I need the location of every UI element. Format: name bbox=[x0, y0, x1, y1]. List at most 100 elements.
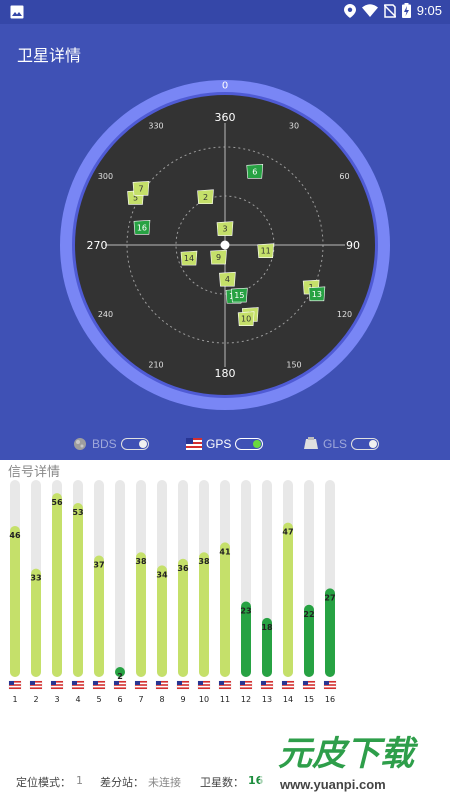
compass-label: 330 bbox=[148, 121, 163, 130]
satellite-id: 15 bbox=[234, 291, 244, 300]
mode-label: 定位模式： bbox=[16, 776, 71, 789]
signal-value-label: 56 bbox=[51, 498, 63, 507]
compass-label: 150 bbox=[286, 360, 301, 369]
signal-bar-fill bbox=[52, 493, 62, 677]
gls-switch[interactable] bbox=[351, 438, 380, 450]
signal-bar-chart: 4613325635343752638734836938104111231218… bbox=[8, 480, 337, 704]
satellite-id-label: 7 bbox=[138, 695, 143, 704]
signal-bar: 38 10 bbox=[197, 480, 211, 704]
satellite-id: 14 bbox=[184, 254, 194, 263]
status-bar: 9:05 bbox=[0, 0, 450, 24]
toggle-gps[interactable]: GPS bbox=[186, 437, 264, 451]
satellite-marker[interactable]: 16 bbox=[133, 220, 151, 235]
signal-value-label: 47 bbox=[282, 528, 293, 537]
watermark-url: www.yuanpi.com bbox=[279, 777, 386, 792]
satellite-id: 10 bbox=[241, 315, 251, 324]
satellite-id: 3 bbox=[222, 225, 227, 234]
signal-value-label: 33 bbox=[30, 574, 41, 583]
signal-value-label: 41 bbox=[219, 547, 231, 556]
satellite-id: 6 bbox=[252, 167, 257, 176]
compass-label: 270 bbox=[87, 239, 108, 252]
signal-bar: 23 12 bbox=[239, 480, 253, 704]
satellite-id-label: 2 bbox=[33, 695, 38, 704]
signal-value-label: 2 bbox=[117, 672, 123, 681]
sky-plot: 0360306090120150180210240270300330123456… bbox=[60, 80, 390, 410]
mode-value: 1 bbox=[76, 774, 83, 787]
compass-label: 240 bbox=[98, 310, 113, 319]
clock: 9:05 bbox=[416, 3, 442, 18]
signal-bar-fill bbox=[220, 542, 230, 677]
signal-bar-fill bbox=[136, 552, 146, 677]
satellite-id-label: 13 bbox=[262, 695, 272, 704]
satellite-marker[interactable]: 9 bbox=[210, 249, 227, 265]
signal-bar-fill bbox=[199, 552, 209, 677]
signal-bar: 26 bbox=[113, 480, 127, 704]
satellite-marker[interactable]: 13 bbox=[308, 286, 326, 302]
signal-bar: 37 5 bbox=[92, 480, 106, 704]
radar-center-dot bbox=[220, 240, 230, 250]
satellite-marker[interactable]: 14 bbox=[180, 250, 198, 266]
satellite-id-label: 4 bbox=[75, 695, 80, 704]
satellite-id: 4 bbox=[225, 275, 230, 284]
signal-bar: 33 2 bbox=[29, 480, 43, 704]
satellite-id: 11 bbox=[261, 247, 271, 256]
compass-label: 300 bbox=[98, 172, 113, 181]
signal-bar: 47 14 bbox=[281, 480, 295, 704]
satellite-marker[interactable]: 10 bbox=[237, 311, 255, 327]
signal-value-label: 34 bbox=[156, 570, 168, 579]
signal-value-label: 23 bbox=[240, 606, 251, 615]
satellite-marker[interactable]: 15 bbox=[231, 287, 248, 303]
signal-bar: 41 11 bbox=[218, 480, 232, 704]
signal-bar-fill bbox=[73, 502, 83, 677]
sat-count-label: 卫星数： bbox=[200, 776, 244, 789]
location-icon bbox=[343, 3, 356, 18]
signal-bar: 53 4 bbox=[71, 480, 85, 704]
compass-label: 60 bbox=[339, 172, 349, 181]
gls-flag-icon bbox=[304, 437, 318, 449]
signal-bar-fill bbox=[31, 568, 41, 677]
diff-value: 未连接 bbox=[148, 776, 181, 789]
signal-value-label: 18 bbox=[261, 623, 273, 632]
satellite-id-label: 15 bbox=[304, 695, 314, 704]
signal-bar-fill bbox=[94, 555, 104, 677]
satellite-id: 16 bbox=[137, 223, 147, 232]
gps-switch[interactable] bbox=[235, 438, 264, 450]
signal-value-label: 27 bbox=[324, 593, 335, 602]
compass-label: 210 bbox=[148, 360, 163, 369]
satellite-marker[interactable]: 3 bbox=[216, 221, 234, 236]
satellite-id: 13 bbox=[312, 290, 322, 299]
satellite-panel: 卫星详情 03603060901201501802102402703003301… bbox=[0, 24, 450, 432]
watermark-logo: 元皮下载 www.yuanpi.com bbox=[260, 725, 450, 800]
satellite-marker[interactable]: 11 bbox=[257, 243, 275, 259]
satellite-marker[interactable]: 7 bbox=[132, 181, 150, 196]
signal-bar-track bbox=[115, 480, 125, 677]
signal-bar-fill bbox=[283, 522, 293, 677]
toggle-gps-label: GPS bbox=[206, 437, 232, 451]
satellite-id: 2 bbox=[203, 193, 208, 202]
wifi-icon bbox=[361, 4, 378, 17]
signal-bar: 56 3 bbox=[50, 480, 64, 704]
satellite-id: 9 bbox=[216, 253, 221, 262]
diff-label: 差分站： bbox=[100, 776, 144, 789]
signal-value-label: 37 bbox=[93, 561, 104, 570]
satellite-id-label: 8 bbox=[159, 695, 164, 704]
compass-label: 180 bbox=[215, 367, 236, 380]
satellite-id: 7 bbox=[138, 184, 143, 193]
satellite-marker[interactable]: 6 bbox=[246, 164, 264, 179]
signal-bar: 22 15 bbox=[302, 480, 316, 704]
toggle-bds[interactable]: BDS bbox=[72, 437, 149, 451]
signal-bar: 38 7 bbox=[134, 480, 148, 704]
signal-bar: 36 9 bbox=[176, 480, 190, 704]
satellite-id-label: 6 bbox=[117, 695, 122, 704]
satellite-id-label: 12 bbox=[241, 695, 251, 704]
toggle-gls[interactable]: GLS bbox=[303, 437, 380, 451]
satellite-id-label: 5 bbox=[96, 695, 101, 704]
satellite-marker[interactable]: 4 bbox=[219, 271, 236, 287]
satellite-id-label: 16 bbox=[325, 695, 335, 704]
bds-switch[interactable] bbox=[120, 438, 149, 450]
satellite-marker[interactable]: 2 bbox=[197, 189, 214, 205]
battery-charging-icon bbox=[401, 3, 411, 18]
bds-flag-icon bbox=[74, 438, 86, 450]
signal-bar: 34 8 bbox=[155, 480, 169, 704]
us-flag-icon bbox=[186, 438, 202, 450]
